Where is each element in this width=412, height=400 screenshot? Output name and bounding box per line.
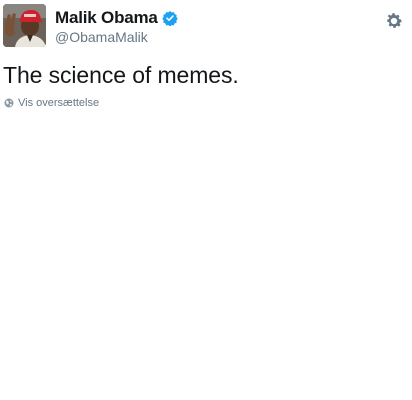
user-handle[interactable]: @ObamaMalik — [55, 29, 148, 45]
name-row: Malik Obama — [55, 7, 178, 29]
verified-badge-icon — [161, 10, 178, 27]
translate-link[interactable]: Vis oversættelse — [4, 97, 99, 109]
avatar[interactable] — [3, 4, 46, 47]
avatar-image — [3, 4, 46, 47]
tweet-text: The science of memes. — [3, 62, 239, 88]
globe-icon — [4, 98, 14, 108]
translate-label: Vis oversættelse — [18, 97, 100, 109]
tweet-card: Malik Obama @ObamaMalik The science of m… — [0, 0, 412, 400]
gear-icon — [387, 13, 402, 28]
settings-button[interactable] — [384, 11, 404, 31]
display-name[interactable]: Malik Obama — [55, 8, 158, 28]
